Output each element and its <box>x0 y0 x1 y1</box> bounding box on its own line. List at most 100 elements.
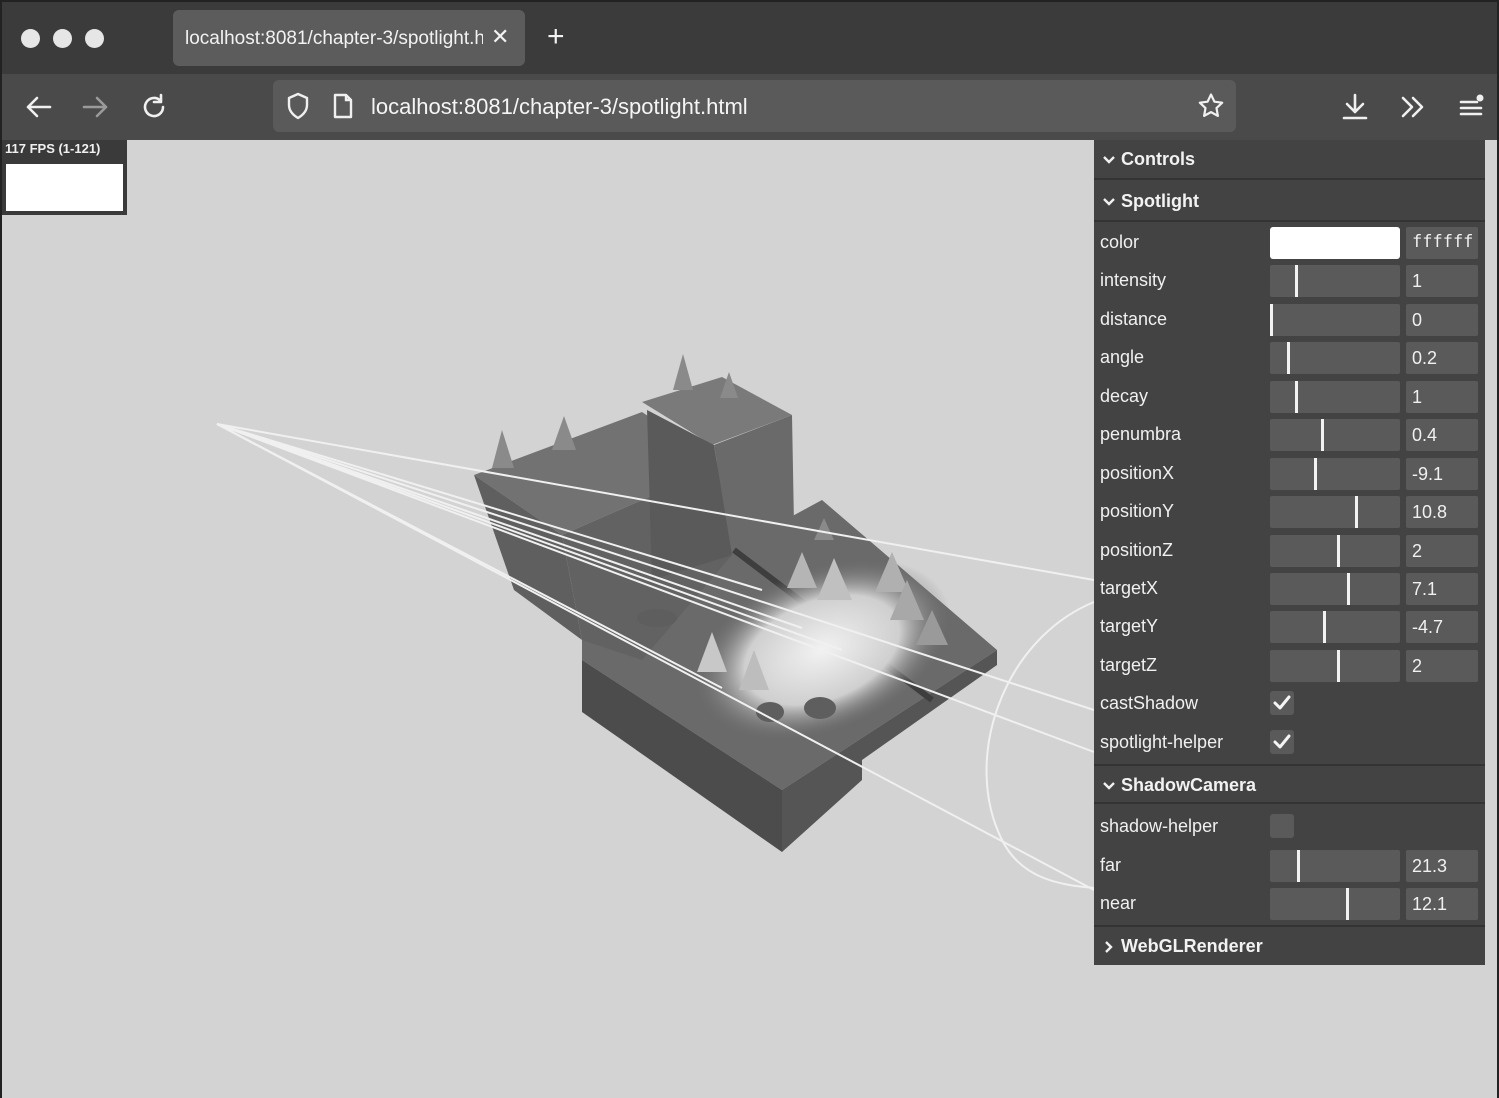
far-slider[interactable] <box>1270 850 1400 882</box>
chevrons-right-icon[interactable] <box>1396 90 1430 124</box>
targetZ-input[interactable]: 2 <box>1406 650 1478 682</box>
slider-handle[interactable] <box>1270 304 1273 336</box>
control-label: decay <box>1100 386 1149 406</box>
zoom-window-button[interactable] <box>85 29 104 48</box>
folder-spotlight[interactable]: Spotlight <box>1094 182 1485 222</box>
value-text: 1 <box>1412 271 1423 291</box>
chevron-down-icon <box>1103 198 1115 206</box>
color-hex-input[interactable]: ffffff <box>1406 227 1478 259</box>
stats-panel[interactable]: 117 FPS (1-121) <box>2 140 127 215</box>
castShadow-checkbox[interactable] <box>1270 691 1294 715</box>
color-swatch[interactable] <box>1270 227 1400 259</box>
shadow-helper-checkbox[interactable] <box>1270 814 1294 838</box>
slider-handle[interactable] <box>1314 458 1317 490</box>
slider-handle[interactable] <box>1337 650 1340 682</box>
control-label: penumbra <box>1100 424 1182 444</box>
control-label: far <box>1100 855 1122 875</box>
targetY-input[interactable]: -4.7 <box>1406 611 1478 643</box>
targetX-input[interactable]: 7.1 <box>1406 573 1478 605</box>
folder-title: ShadowCamera <box>1121 775 1257 795</box>
decay-input[interactable]: 1 <box>1406 381 1478 413</box>
angle-slider[interactable] <box>1270 342 1400 374</box>
slider-handle[interactable] <box>1321 419 1324 451</box>
slider-handle[interactable] <box>1297 850 1300 882</box>
positionY-slider[interactable] <box>1270 496 1400 528</box>
near-slider[interactable] <box>1270 888 1400 920</box>
decay-slider[interactable] <box>1270 381 1400 413</box>
row-far: far 21.3 <box>1094 846 1485 884</box>
slider-handle[interactable] <box>1295 381 1298 413</box>
control-label: targetY <box>1100 616 1159 636</box>
folder-controls[interactable]: Controls <box>1094 140 1485 180</box>
far-input[interactable]: 21.3 <box>1406 850 1478 882</box>
positionX-slider[interactable] <box>1270 458 1400 490</box>
penumbra-input[interactable]: 0.4 <box>1406 419 1478 451</box>
navigation-bar: localhost:8081/chapter-3/spotlight.html <box>2 74 1497 140</box>
plus-icon[interactable]: + <box>547 20 565 54</box>
targetX-slider[interactable] <box>1270 573 1400 605</box>
row-intensity: intensity 1 <box>1094 261 1485 299</box>
control-label: shadow-helper <box>1100 816 1219 836</box>
browser-tab[interactable]: localhost:8081/chapter-3/spotlight.html … <box>173 10 525 66</box>
slider-handle[interactable] <box>1337 535 1340 567</box>
value-text: 0.4 <box>1412 425 1438 445</box>
slider-handle[interactable] <box>1295 265 1298 297</box>
row-castShadow: castShadow <box>1094 684 1485 722</box>
slider-handle[interactable] <box>1287 342 1290 374</box>
slider-handle[interactable] <box>1355 496 1358 528</box>
browser-window: localhost:8081/chapter-3/spotlight.html … <box>0 0 1499 1098</box>
page-icon <box>326 89 360 123</box>
url-text[interactable]: localhost:8081/chapter-3/spotlight.html <box>371 94 748 120</box>
distance-input[interactable]: 0 <box>1406 304 1478 336</box>
intensity-input[interactable]: 1 <box>1406 265 1478 297</box>
folder-webglrenderer[interactable]: WebGLRenderer <box>1094 925 1485 965</box>
targetY-slider[interactable] <box>1270 611 1400 643</box>
control-label: near <box>1100 893 1137 913</box>
hamburger-menu-icon[interactable] <box>1454 90 1488 124</box>
slider-handle[interactable] <box>1323 611 1326 643</box>
close-window-button[interactable] <box>21 29 40 48</box>
value-text: -9.1 <box>1412 464 1444 484</box>
value-text: 7.1 <box>1412 579 1438 599</box>
row-near: near 12.1 <box>1094 884 1485 922</box>
folder-title: Controls <box>1121 149 1195 169</box>
checkmark-icon <box>1273 695 1291 710</box>
targetZ-slider[interactable] <box>1270 650 1400 682</box>
back-arrow-icon[interactable] <box>21 90 55 124</box>
positionZ-input[interactable]: 2 <box>1406 535 1478 567</box>
folder-title: Spotlight <box>1121 191 1199 211</box>
fps-graph <box>6 164 123 211</box>
title-bar: localhost:8081/chapter-3/spotlight.html … <box>2 2 1497 74</box>
slider-handle[interactable] <box>1346 888 1349 920</box>
distance-slider[interactable] <box>1270 304 1400 336</box>
webgl-viewport[interactable]: 117 FPS (1-121) Controls Spotlight color… <box>2 140 1497 1098</box>
address-bar[interactable]: localhost:8081/chapter-3/spotlight.html <box>273 80 1236 132</box>
slider-handle[interactable] <box>1347 573 1350 605</box>
star-icon[interactable] <box>1194 89 1228 123</box>
intensity-slider[interactable] <box>1270 265 1400 297</box>
reload-icon[interactable] <box>137 90 171 124</box>
penumbra-slider[interactable] <box>1270 419 1400 451</box>
forward-arrow-icon[interactable] <box>79 90 113 124</box>
close-icon[interactable]: ✕ <box>491 24 509 50</box>
positionX-input[interactable]: -9.1 <box>1406 458 1478 490</box>
shield-icon[interactable] <box>281 89 315 123</box>
value-text: 1 <box>1412 387 1423 407</box>
row-spotlight-helper: spotlight-helper <box>1094 723 1485 761</box>
control-label: color <box>1100 232 1140 252</box>
download-icon[interactable] <box>1338 90 1372 124</box>
controls-panel: Controls Spotlight color ffffff intensit… <box>1094 140 1485 965</box>
positionY-input[interactable]: 10.8 <box>1406 496 1478 528</box>
angle-input[interactable]: 0.2 <box>1406 342 1478 374</box>
minimize-window-button[interactable] <box>53 29 72 48</box>
row-penumbra: penumbra 0.4 <box>1094 415 1485 453</box>
near-input[interactable]: 12.1 <box>1406 888 1478 920</box>
control-label: angle <box>1100 347 1145 367</box>
positionZ-slider[interactable] <box>1270 535 1400 567</box>
chevron-down-icon <box>1103 782 1115 790</box>
folder-shadow-camera[interactable]: ShadowCamera <box>1094 764 1485 804</box>
spotlight-helper-checkbox[interactable] <box>1270 730 1294 754</box>
folder-title: WebGLRenderer <box>1121 936 1263 956</box>
control-label: positionX <box>1100 463 1175 483</box>
value-text: 0.2 <box>1412 348 1438 368</box>
